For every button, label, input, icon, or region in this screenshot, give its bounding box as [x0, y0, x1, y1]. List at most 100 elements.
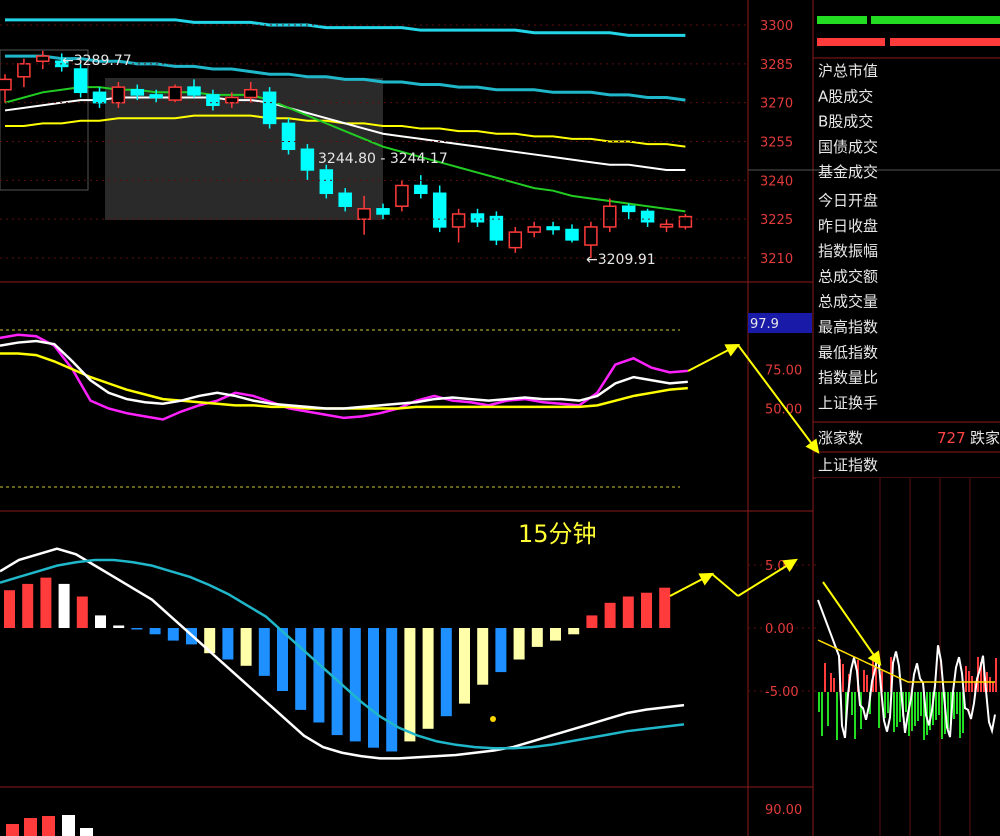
volume-bar — [62, 815, 75, 836]
candle-body — [338, 192, 352, 207]
candle-body — [376, 208, 390, 215]
price-tick-label: 3285 — [760, 58, 793, 73]
macd-bar — [550, 628, 561, 641]
macd-bar — [513, 628, 525, 660]
mini-bar — [887, 692, 889, 713]
candle-body — [225, 96, 239, 104]
mini-bar — [842, 664, 844, 692]
info-row-label: 国债成交 — [818, 138, 878, 156]
candle-body — [92, 91, 107, 104]
mini-bar — [830, 673, 832, 692]
low-annotation: ←3209.91 — [586, 252, 656, 268]
macd-bar — [4, 590, 15, 628]
arrow-kdj-down-head — [805, 438, 820, 454]
macd-bar — [422, 628, 434, 729]
macd-bar — [349, 628, 361, 742]
price-tick-label: 3255 — [760, 136, 793, 151]
mini-bar — [878, 692, 880, 728]
mini-bar — [992, 682, 994, 692]
info-row-label: B股成交 — [818, 113, 873, 131]
candle-body — [17, 63, 31, 78]
volume-bars — [6, 815, 93, 836]
macd-bar — [222, 628, 234, 660]
fall-label: 跌家 — [970, 429, 1000, 447]
mini-bar — [995, 658, 997, 692]
mini-bar — [905, 692, 907, 712]
info-row-label: 最高指数 — [818, 318, 878, 336]
info-row-label: 最低指数 — [818, 343, 878, 361]
candle-body — [111, 86, 126, 104]
mini-bar — [833, 678, 835, 692]
macd-bar — [495, 628, 507, 673]
macd-bar — [76, 596, 88, 628]
candle-body — [470, 213, 485, 223]
candle-body — [357, 208, 371, 220]
candle-body — [451, 213, 466, 228]
macd-bar — [531, 628, 543, 647]
macd-bar — [258, 628, 270, 676]
candle-body — [206, 94, 220, 107]
candle-body — [300, 148, 315, 171]
mini-bar — [824, 663, 826, 692]
mini-bar — [914, 692, 916, 726]
kdj-current-value: 97.9 — [750, 317, 779, 332]
candle-body — [432, 192, 447, 228]
mini-bar — [866, 675, 868, 692]
info-row-label: 昨日收盘 — [818, 217, 878, 235]
macd-bar — [313, 628, 325, 723]
ma-line-cyan_top — [5, 18, 686, 37]
kdj-axis: 75.0050.00 — [765, 363, 802, 417]
candle-body — [0, 78, 12, 91]
candle-body — [414, 184, 428, 195]
macd-bar — [240, 628, 252, 666]
mid-annotation: 3244.80 - 3244.17 — [318, 151, 448, 167]
candle-body — [149, 94, 163, 99]
mini-bar — [863, 670, 865, 692]
candle-body — [640, 210, 655, 223]
macd-indicator — [0, 547, 685, 760]
price-tick-label: 3210 — [760, 252, 793, 267]
volume-bar — [24, 818, 37, 836]
mini-chart-title: 上证指数 — [818, 456, 878, 474]
macd-bar — [659, 587, 671, 628]
candle-body — [603, 205, 617, 228]
mini-bar — [989, 677, 991, 692]
candle-body — [395, 184, 409, 207]
info-row-label: 指数量比 — [818, 369, 878, 387]
info-row-label: 今日开盘 — [818, 192, 878, 210]
macd-bar — [404, 628, 416, 742]
mini-intraday-chart — [816, 478, 1000, 836]
stock-chart: 3300 3285 3270 3255 3240 3225 3210 ←3289.77 32… — [0, 0, 1000, 836]
candle-body — [489, 215, 504, 241]
candle-body — [281, 122, 296, 151]
candle-body — [243, 88, 258, 99]
mini-bar — [935, 692, 937, 720]
mini-bar — [920, 692, 922, 716]
rise-value: 727 — [937, 429, 966, 447]
info-panel: 沪总市值 A股成交 B股成交国债成交基金成交今日开盘昨日收盘指数振幅总成交额总成交量… — [818, 62, 878, 412]
mini-bar — [854, 692, 856, 739]
timeframe-label: 15分钟 — [518, 520, 597, 548]
kdj-tick-label: 75.00 — [765, 363, 802, 378]
info-row-label: 总成交额 — [818, 267, 878, 285]
candle-body — [546, 226, 560, 231]
macd-bar — [113, 625, 125, 628]
macd-bar — [459, 628, 470, 704]
macd-dot — [490, 716, 496, 722]
volume-bar — [80, 828, 93, 836]
price-tick-label: 3300 — [760, 19, 793, 34]
bar-red-2 — [890, 38, 1000, 46]
arrow-macd-1-head — [698, 572, 715, 586]
bar-green-1 — [817, 16, 867, 24]
candle-body — [565, 228, 579, 241]
mini-bar — [959, 692, 961, 738]
info-row-label: A股成交 — [818, 87, 873, 105]
macd-bar — [40, 577, 52, 628]
candle-body — [168, 86, 182, 101]
macd-bar — [167, 628, 179, 641]
macd-bar — [604, 602, 616, 628]
macd-bar — [641, 592, 652, 628]
mini-bar — [827, 692, 829, 726]
macd-bar — [386, 628, 398, 752]
candle-body — [584, 226, 598, 246]
